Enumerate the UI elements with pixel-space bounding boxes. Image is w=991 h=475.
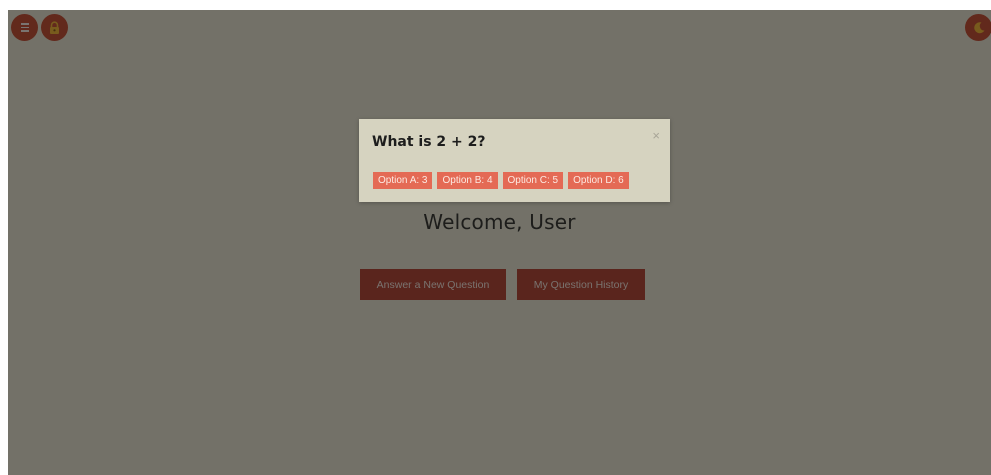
question-text: What is 2 + 2?	[372, 134, 486, 150]
modal-backdrop[interactable]	[8, 10, 991, 475]
option-d-button[interactable]: Option D: 6	[568, 172, 629, 189]
answer-options: Option A: 3 Option B: 4 Option C: 5 Opti…	[373, 172, 629, 189]
question-modal: What is 2 + 2? × Option A: 3 Option B: 4…	[359, 119, 670, 202]
option-b-button[interactable]: Option B: 4	[437, 172, 498, 189]
close-icon[interactable]: ×	[652, 129, 660, 142]
option-c-button[interactable]: Option C: 5	[502, 172, 564, 189]
option-a-button[interactable]: Option A: 3	[373, 172, 433, 189]
app-window: Welcome, User Answer a New Question My Q…	[8, 10, 991, 475]
